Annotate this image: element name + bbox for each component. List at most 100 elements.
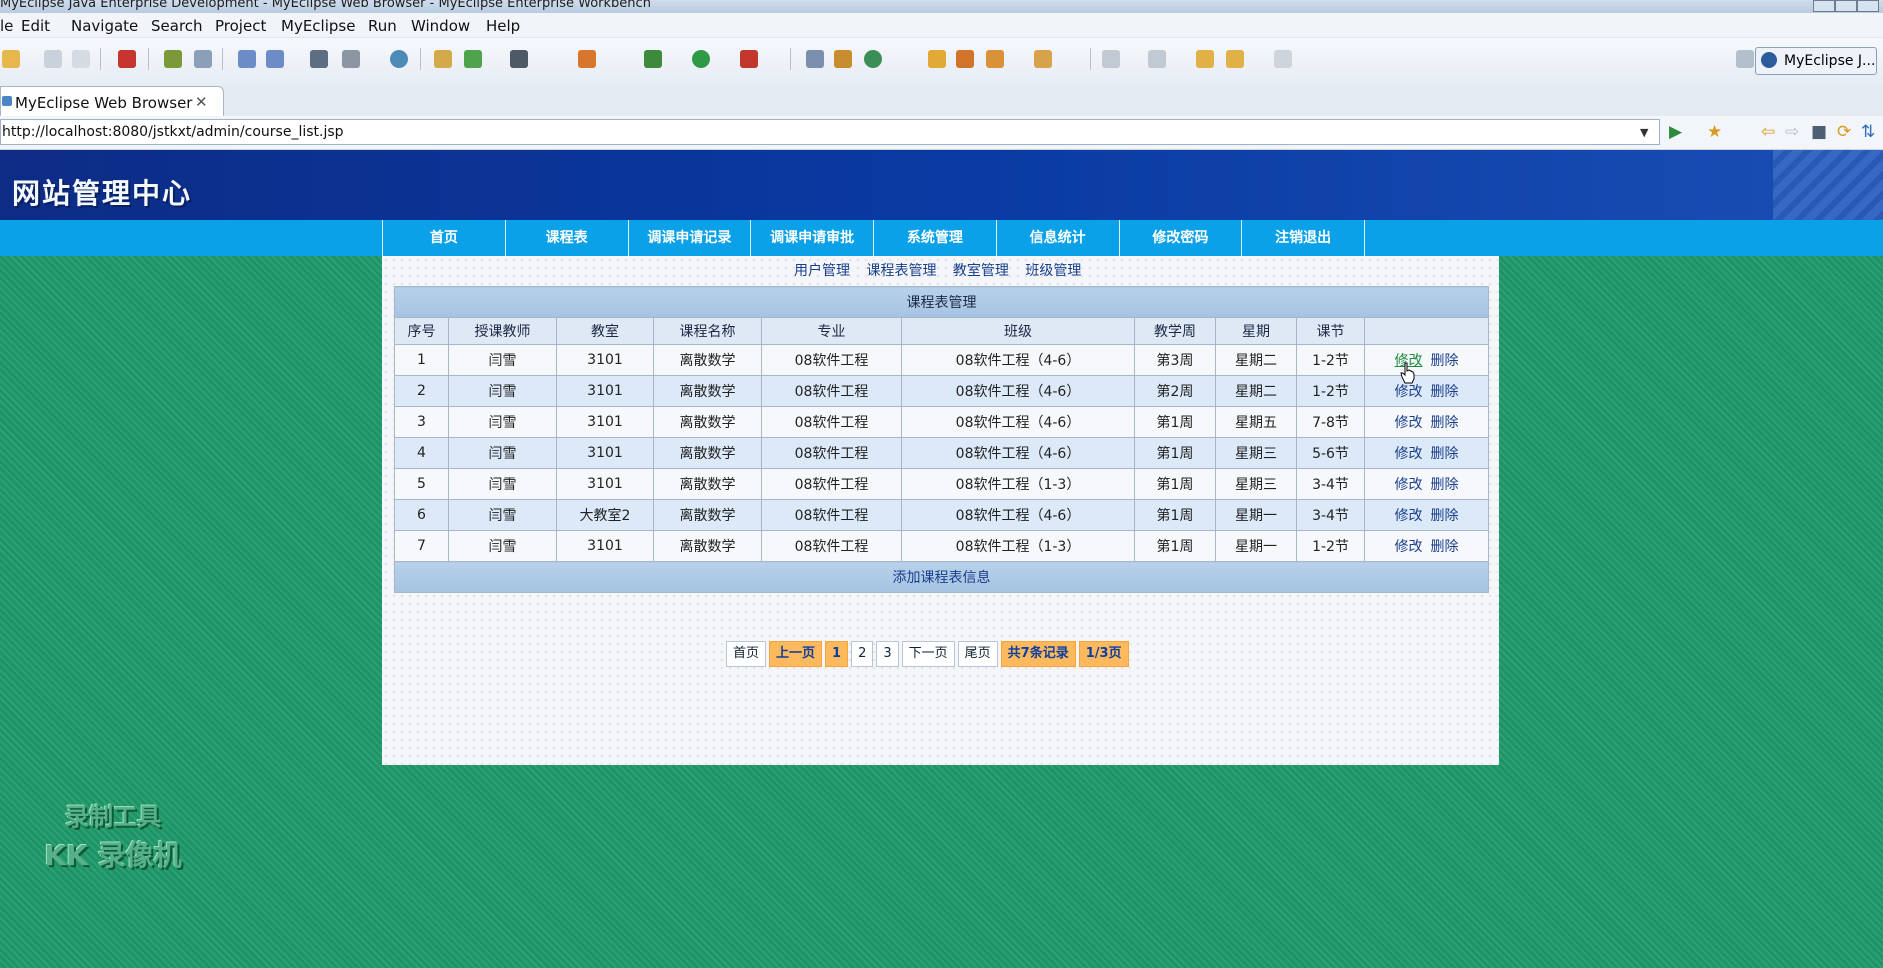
close-tab-icon[interactable]: ✕ [195, 93, 208, 111]
menu-navigate[interactable]: Navigate [71, 17, 138, 35]
cell-room: 3101 [556, 530, 654, 562]
delete-link[interactable]: 删除 [1431, 446, 1459, 462]
forward-icon[interactable] [1274, 50, 1292, 68]
perspective-switcher[interactable]: MyEclipse J... [1755, 47, 1877, 75]
open-type-icon[interactable] [464, 50, 482, 68]
pager-last[interactable]: 尾页 [957, 641, 998, 667]
cell-class: 08软件工程（4-6） [901, 499, 1135, 531]
menu-file[interactable]: le [0, 17, 13, 35]
menu-project[interactable]: Project [215, 17, 266, 35]
col-day: 星期 [1215, 317, 1297, 345]
chart-icon[interactable] [806, 50, 824, 68]
print-icon[interactable] [72, 50, 90, 68]
maximize-button[interactable] [1835, 0, 1857, 12]
nav-home[interactable]: 首页 [382, 220, 505, 256]
delete-link[interactable]: 删除 [1431, 539, 1459, 555]
external-tools-icon[interactable] [740, 50, 758, 68]
server-icon[interactable] [194, 50, 212, 68]
stack-icon[interactable] [1034, 50, 1052, 68]
url-field-container [0, 119, 1660, 145]
favorites-icon[interactable]: ★ [1707, 122, 1722, 142]
nav-statistics[interactable]: 信息统计 [995, 220, 1119, 256]
pager-first[interactable]: 首页 [726, 641, 767, 667]
delete-link[interactable]: 删除 [1431, 477, 1459, 493]
pager-next[interactable]: 下一页 [901, 641, 955, 667]
subnav-schedule[interactable]: 课程表管理 [866, 263, 936, 279]
edit-link[interactable]: 修改 [1395, 384, 1423, 400]
nav-schedule[interactable]: 课程表 [504, 220, 628, 256]
menu-help[interactable]: Help [486, 17, 520, 35]
cell-class: 08软件工程（1-3） [901, 468, 1135, 500]
run-icon[interactable] [692, 50, 710, 68]
bug-icon[interactable] [164, 50, 182, 68]
close-window-button[interactable] [1857, 0, 1879, 12]
subnav-classes[interactable]: 班级管理 [1025, 263, 1081, 279]
main-nav: 首页 课程表 调课申请记录 调课申请审批 系统管理 信息统计 修改密码 注销退出 [382, 220, 1365, 256]
prev-annotation-icon[interactable] [1148, 50, 1166, 68]
sync-icon[interactable]: ⇅ [1861, 122, 1875, 142]
delete-link[interactable]: 删除 [1431, 384, 1459, 400]
cell-teacher: 闫雪 [448, 437, 557, 469]
cell-week: 第1周 [1134, 406, 1216, 438]
deploy-icon[interactable] [310, 50, 328, 68]
back-icon[interactable] [1226, 50, 1244, 68]
last-edit-icon[interactable] [1196, 50, 1214, 68]
delete-link[interactable]: 删除 [1431, 415, 1459, 431]
open-perspective-icon[interactable] [1736, 50, 1754, 68]
delete-link[interactable]: 删除 [1431, 353, 1459, 369]
pager-page-2[interactable]: 2 [851, 641, 874, 667]
folder-icon[interactable] [434, 50, 452, 68]
save-icon[interactable] [44, 50, 62, 68]
subnav-classrooms[interactable]: 教室管理 [953, 263, 1009, 279]
tab-web-browser[interactable]: MyEclipse Web Browser ✕ [0, 86, 224, 117]
nav-change-password[interactable]: 修改密码 [1118, 220, 1242, 256]
pager-page-1[interactable]: 1 [825, 641, 849, 667]
site-banner: 网站管理中心 [0, 150, 1883, 220]
deploy2-icon[interactable] [342, 50, 360, 68]
add-schedule-link[interactable]: 添加课程表信息 [393, 561, 1490, 593]
new-project-icon[interactable] [578, 50, 596, 68]
new-icon[interactable] [2, 50, 20, 68]
refresh-icon[interactable]: ⟳ [1837, 122, 1851, 142]
debug-icon[interactable] [644, 50, 662, 68]
pencil-icon[interactable] [956, 50, 974, 68]
globe-icon[interactable] [390, 50, 408, 68]
subnav-users[interactable]: 用户管理 [794, 263, 850, 279]
stop-icon[interactable]: ■ [1811, 122, 1827, 142]
url-input[interactable] [1, 120, 1602, 143]
edit-link[interactable]: 修改 [1395, 508, 1423, 524]
delete-link[interactable]: 删除 [1431, 508, 1459, 524]
edit-link[interactable]: 修改 [1395, 446, 1423, 462]
menu-edit[interactable]: Edit [21, 17, 50, 35]
pager-page-3[interactable]: 3 [876, 641, 899, 667]
window-controls [1813, 0, 1883, 13]
edit-link[interactable]: 修改 [1395, 477, 1423, 493]
package-icon[interactable] [118, 50, 136, 68]
wizard2-icon[interactable] [266, 50, 284, 68]
camera-icon[interactable] [510, 50, 528, 68]
nav-adjust-approval[interactable]: 调课申请审批 [750, 220, 873, 256]
cell-course: 离散数学 [653, 499, 762, 531]
menu-window[interactable]: Window [411, 17, 470, 35]
nav-logout[interactable]: 注销退出 [1241, 220, 1365, 256]
refresh-g-icon[interactable] [864, 50, 882, 68]
nav-system[interactable]: 系统管理 [873, 220, 996, 256]
menu-myeclipse[interactable]: MyEclipse [281, 17, 355, 35]
menu-search[interactable]: Search [151, 17, 203, 35]
edit-link[interactable]: 修改 [1395, 415, 1423, 431]
next-annotation-icon[interactable] [1102, 50, 1120, 68]
back-nav-icon[interactable]: ⇦ [1761, 122, 1775, 142]
minimize-button[interactable] [1813, 0, 1835, 12]
layout-icon[interactable] [834, 50, 852, 68]
url-dropdown-icon[interactable]: ▼ [1640, 126, 1648, 139]
wizard-icon[interactable] [238, 50, 256, 68]
go-icon[interactable]: ▶ [1669, 122, 1682, 142]
pager-prev[interactable]: 上一页 [769, 641, 823, 667]
cell-major: 08软件工程 [761, 406, 902, 438]
brush-icon[interactable] [986, 50, 1004, 68]
edit-link[interactable]: 修改 [1395, 539, 1423, 555]
forward-nav-icon[interactable]: ⇨ [1785, 122, 1799, 142]
open-folder-icon[interactable] [928, 50, 946, 68]
nav-adjust-records[interactable]: 调课申请记录 [627, 220, 751, 256]
menu-run[interactable]: Run [368, 17, 397, 35]
